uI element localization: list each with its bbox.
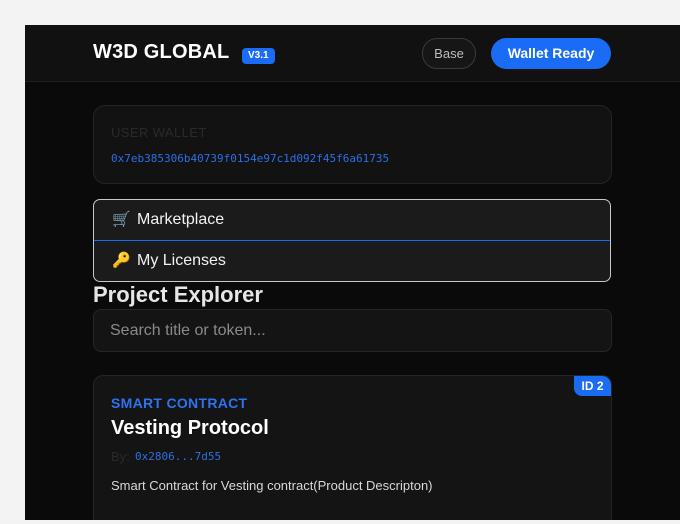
top-header: W3D GLOBAL V3.1 Base Wallet Ready: [25, 25, 680, 82]
search-placeholder: Search title or token...: [110, 322, 266, 339]
author-address[interactable]: 0x2806...7d55: [135, 450, 221, 463]
page-title: Project Explorer: [93, 282, 263, 307]
project-title: Vesting Protocol: [111, 417, 269, 439]
project-card[interactable]: ID 2 SMART CONTRACT Vesting Protocol By:…: [93, 375, 612, 520]
brand-title: W3D GLOBAL: [93, 41, 230, 63]
wallet-address: 0x7eb385306b40739f0154e97c1d092f45f6a617…: [111, 152, 390, 165]
search-input[interactable]: Search title or token...: [93, 309, 612, 352]
cart-icon: 🛒: [112, 211, 131, 228]
tab-marketplace[interactable]: 🛒 Marketplace: [94, 200, 610, 241]
network-button[interactable]: Base: [422, 38, 476, 69]
project-category: SMART CONTRACT: [111, 395, 248, 411]
tab-label: My Licenses: [137, 252, 226, 269]
tab-label: Marketplace: [137, 211, 225, 228]
tab-my-licenses[interactable]: 🔑 My Licenses: [94, 241, 610, 281]
project-description: Smart Contract for Vesting contract(Prod…: [111, 478, 433, 493]
user-wallet-card: USER WALLET 0x7eb385306b40739f0154e97c1d…: [93, 105, 612, 184]
id-badge: ID 2: [574, 376, 611, 396]
version-badge: V3.1: [242, 48, 275, 64]
app-window: W3D GLOBAL V3.1 Base Wallet Ready USER W…: [25, 25, 680, 520]
wallet-label: USER WALLET: [111, 125, 207, 140]
nav-tabs: 🛒 Marketplace 🔑 My Licenses: [93, 199, 611, 282]
key-icon: 🔑: [112, 252, 131, 269]
author-label: By:: [111, 449, 130, 464]
wallet-button[interactable]: Wallet Ready: [491, 38, 611, 69]
